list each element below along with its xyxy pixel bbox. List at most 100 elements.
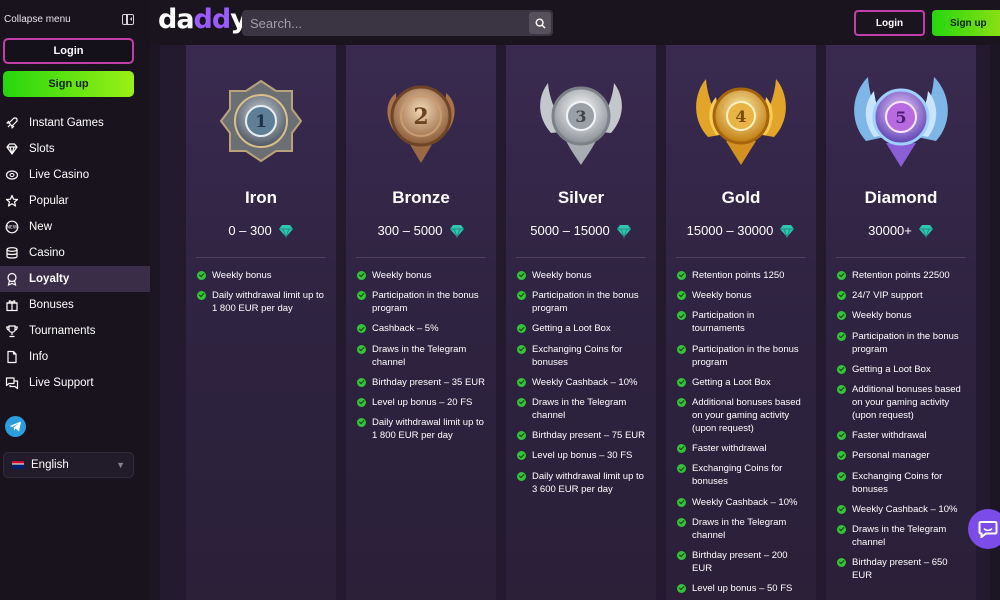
live-chat-button[interactable] <box>968 509 1000 549</box>
tier-name: Iron <box>244 188 278 207</box>
sidebar-item-casino[interactable]: Casino <box>0 240 150 266</box>
tier-name: Silver <box>557 188 605 207</box>
sidebar-item-label: New <box>29 221 53 233</box>
divider <box>676 257 806 258</box>
feature-item: Cashback – 5% <box>357 322 489 335</box>
trophy-icon <box>5 324 19 338</box>
sidebar-item-bonuses[interactable]: Bonuses <box>0 292 150 318</box>
feature-item: Draws in the Telegram channel <box>357 343 489 369</box>
rocket-icon <box>5 116 19 130</box>
language-select[interactable]: English ▼ <box>3 452 134 478</box>
collapse-menu-toggle[interactable]: Collapse menu <box>0 0 150 38</box>
check-icon <box>837 364 846 374</box>
svg-text:5: 5 <box>895 108 906 127</box>
sidebar-signup-button[interactable]: Sign up <box>3 71 134 97</box>
tier-range: 5000 – 15000 <box>506 223 656 238</box>
svg-text:4: 4 <box>735 107 746 126</box>
sidebar-item-label: Loyalty <box>29 273 70 285</box>
feature-item: Weekly Cashback – 10% <box>837 503 969 516</box>
check-icon <box>357 324 366 334</box>
feature-item: Draws in the Telegram channel <box>517 396 649 422</box>
check-icon <box>677 517 686 527</box>
sidebar-item-instant-games[interactable]: Instant Games <box>0 110 150 136</box>
feature-item: Draws in the Telegram channel <box>837 523 969 549</box>
collapse-sidebar-icon[interactable] <box>122 13 134 25</box>
divider <box>836 257 966 258</box>
check-icon <box>677 311 686 321</box>
tier-range-value: 30000+ <box>868 223 912 238</box>
feature-item: Birthday present – 650 EUR <box>837 556 969 582</box>
sidebar-item-label: Casino <box>29 247 65 259</box>
sidebar-item-tournaments[interactable]: Tournaments <box>0 318 150 344</box>
chat-bubble-icon <box>978 521 998 538</box>
feature-item: Weekly bonus <box>197 269 329 282</box>
check-icon <box>837 431 846 441</box>
sidebar-item-label: Instant Games <box>29 117 104 129</box>
sidebar-login-button[interactable]: Login <box>3 38 134 64</box>
check-icon <box>837 524 846 534</box>
sidebar-item-info[interactable]: Info <box>0 344 150 370</box>
feature-item: Getting a Loot Box <box>837 363 969 376</box>
sidebar-item-live-casino[interactable]: Live Casino <box>0 162 150 188</box>
feature-item: Daily withdrawal limit up to 1 800 EUR p… <box>197 289 329 315</box>
chevron-down-icon: ▼ <box>116 460 125 470</box>
divider <box>356 257 486 258</box>
star-icon <box>5 194 19 208</box>
sidebar-item-loyalty[interactable]: Loyalty <box>0 266 150 292</box>
check-icon <box>517 471 526 481</box>
uk-flag-icon <box>12 461 24 469</box>
feature-item: Participation in tournaments <box>677 309 809 335</box>
sidebar-item-label: Info <box>29 351 49 363</box>
new-badge-icon: NEW <box>5 220 19 234</box>
feature-item: Level up bonus – 20 FS <box>357 396 489 409</box>
check-icon <box>517 377 526 387</box>
chat-icon <box>5 376 19 390</box>
header-signup-button[interactable]: Sign up <box>932 10 1000 36</box>
search-input[interactable] <box>250 15 520 31</box>
tier-range: 30000+ <box>826 223 976 238</box>
diamond-badge-icon: 5 <box>854 77 948 167</box>
sidebar-item-live-support[interactable]: Live Support <box>0 370 150 396</box>
check-icon <box>677 344 686 354</box>
sidebar-item-label: Live Casino <box>29 169 90 181</box>
check-icon <box>357 377 366 387</box>
feature-item: Weekly bonus <box>837 309 969 322</box>
daddy-logo[interactable]: daddy <box>158 4 248 35</box>
loyalty-main: 1 Iron 0 – 300 Weekly bonus Daily withdr… <box>150 45 1000 600</box>
check-icon <box>677 584 686 594</box>
feature-item: Getting a Loot Box <box>517 322 649 335</box>
sidebar-nav: Instant Games Slots Live Casino Popular … <box>0 110 150 396</box>
sidebar-item-label: Bonuses <box>29 299 74 311</box>
search-button[interactable] <box>529 12 551 34</box>
check-icon <box>677 271 686 280</box>
tier-card-silver: 3 Silver 5000 – 15000 Weekly bonus Parti… <box>506 45 656 600</box>
feature-item: Faster withdrawal <box>837 429 969 442</box>
tiers-panel: 1 Iron 0 – 300 Weekly bonus Daily withdr… <box>160 45 990 600</box>
sidebar-item-label: Tournaments <box>29 325 96 337</box>
check-icon <box>357 418 366 428</box>
telegram-icon[interactable] <box>5 416 26 437</box>
silver-badge-icon: 3 <box>540 83 622 165</box>
sidebar: Collapse menu Login Sign up Instant Game… <box>0 0 150 600</box>
collapse-menu-label: Collapse menu <box>4 13 71 25</box>
gem-icon <box>918 224 933 238</box>
header-login-button[interactable]: Login <box>854 10 925 36</box>
feature-item: Birthday present – 200 EUR <box>677 549 809 575</box>
feature-item: Additional bonuses based on your gaming … <box>677 396 809 435</box>
sidebar-item-new[interactable]: NEW New <box>0 214 150 240</box>
check-icon <box>517 397 526 407</box>
svg-text:2: 2 <box>413 104 428 130</box>
check-icon <box>517 431 526 441</box>
sidebar-item-label: Slots <box>29 143 55 155</box>
sidebar-item-popular[interactable]: Popular <box>0 188 150 214</box>
tier-range: 300 – 5000 <box>346 223 496 238</box>
feature-item: Getting a Loot Box <box>677 376 809 389</box>
feature-item: Participation in the bonus program <box>357 289 489 315</box>
feature-item: Daily withdrawal limit up to 3 600 EUR p… <box>517 470 649 496</box>
feature-item: Daily withdrawal limit up to 1 800 EUR p… <box>357 416 489 442</box>
feature-item: Exchanging Coins for bonuses <box>837 470 969 496</box>
check-icon <box>837 451 846 461</box>
check-icon <box>677 550 686 560</box>
sidebar-item-slots[interactable]: Slots <box>0 136 150 162</box>
tier-features: Weekly bonus Daily withdrawal limit up t… <box>197 269 329 322</box>
